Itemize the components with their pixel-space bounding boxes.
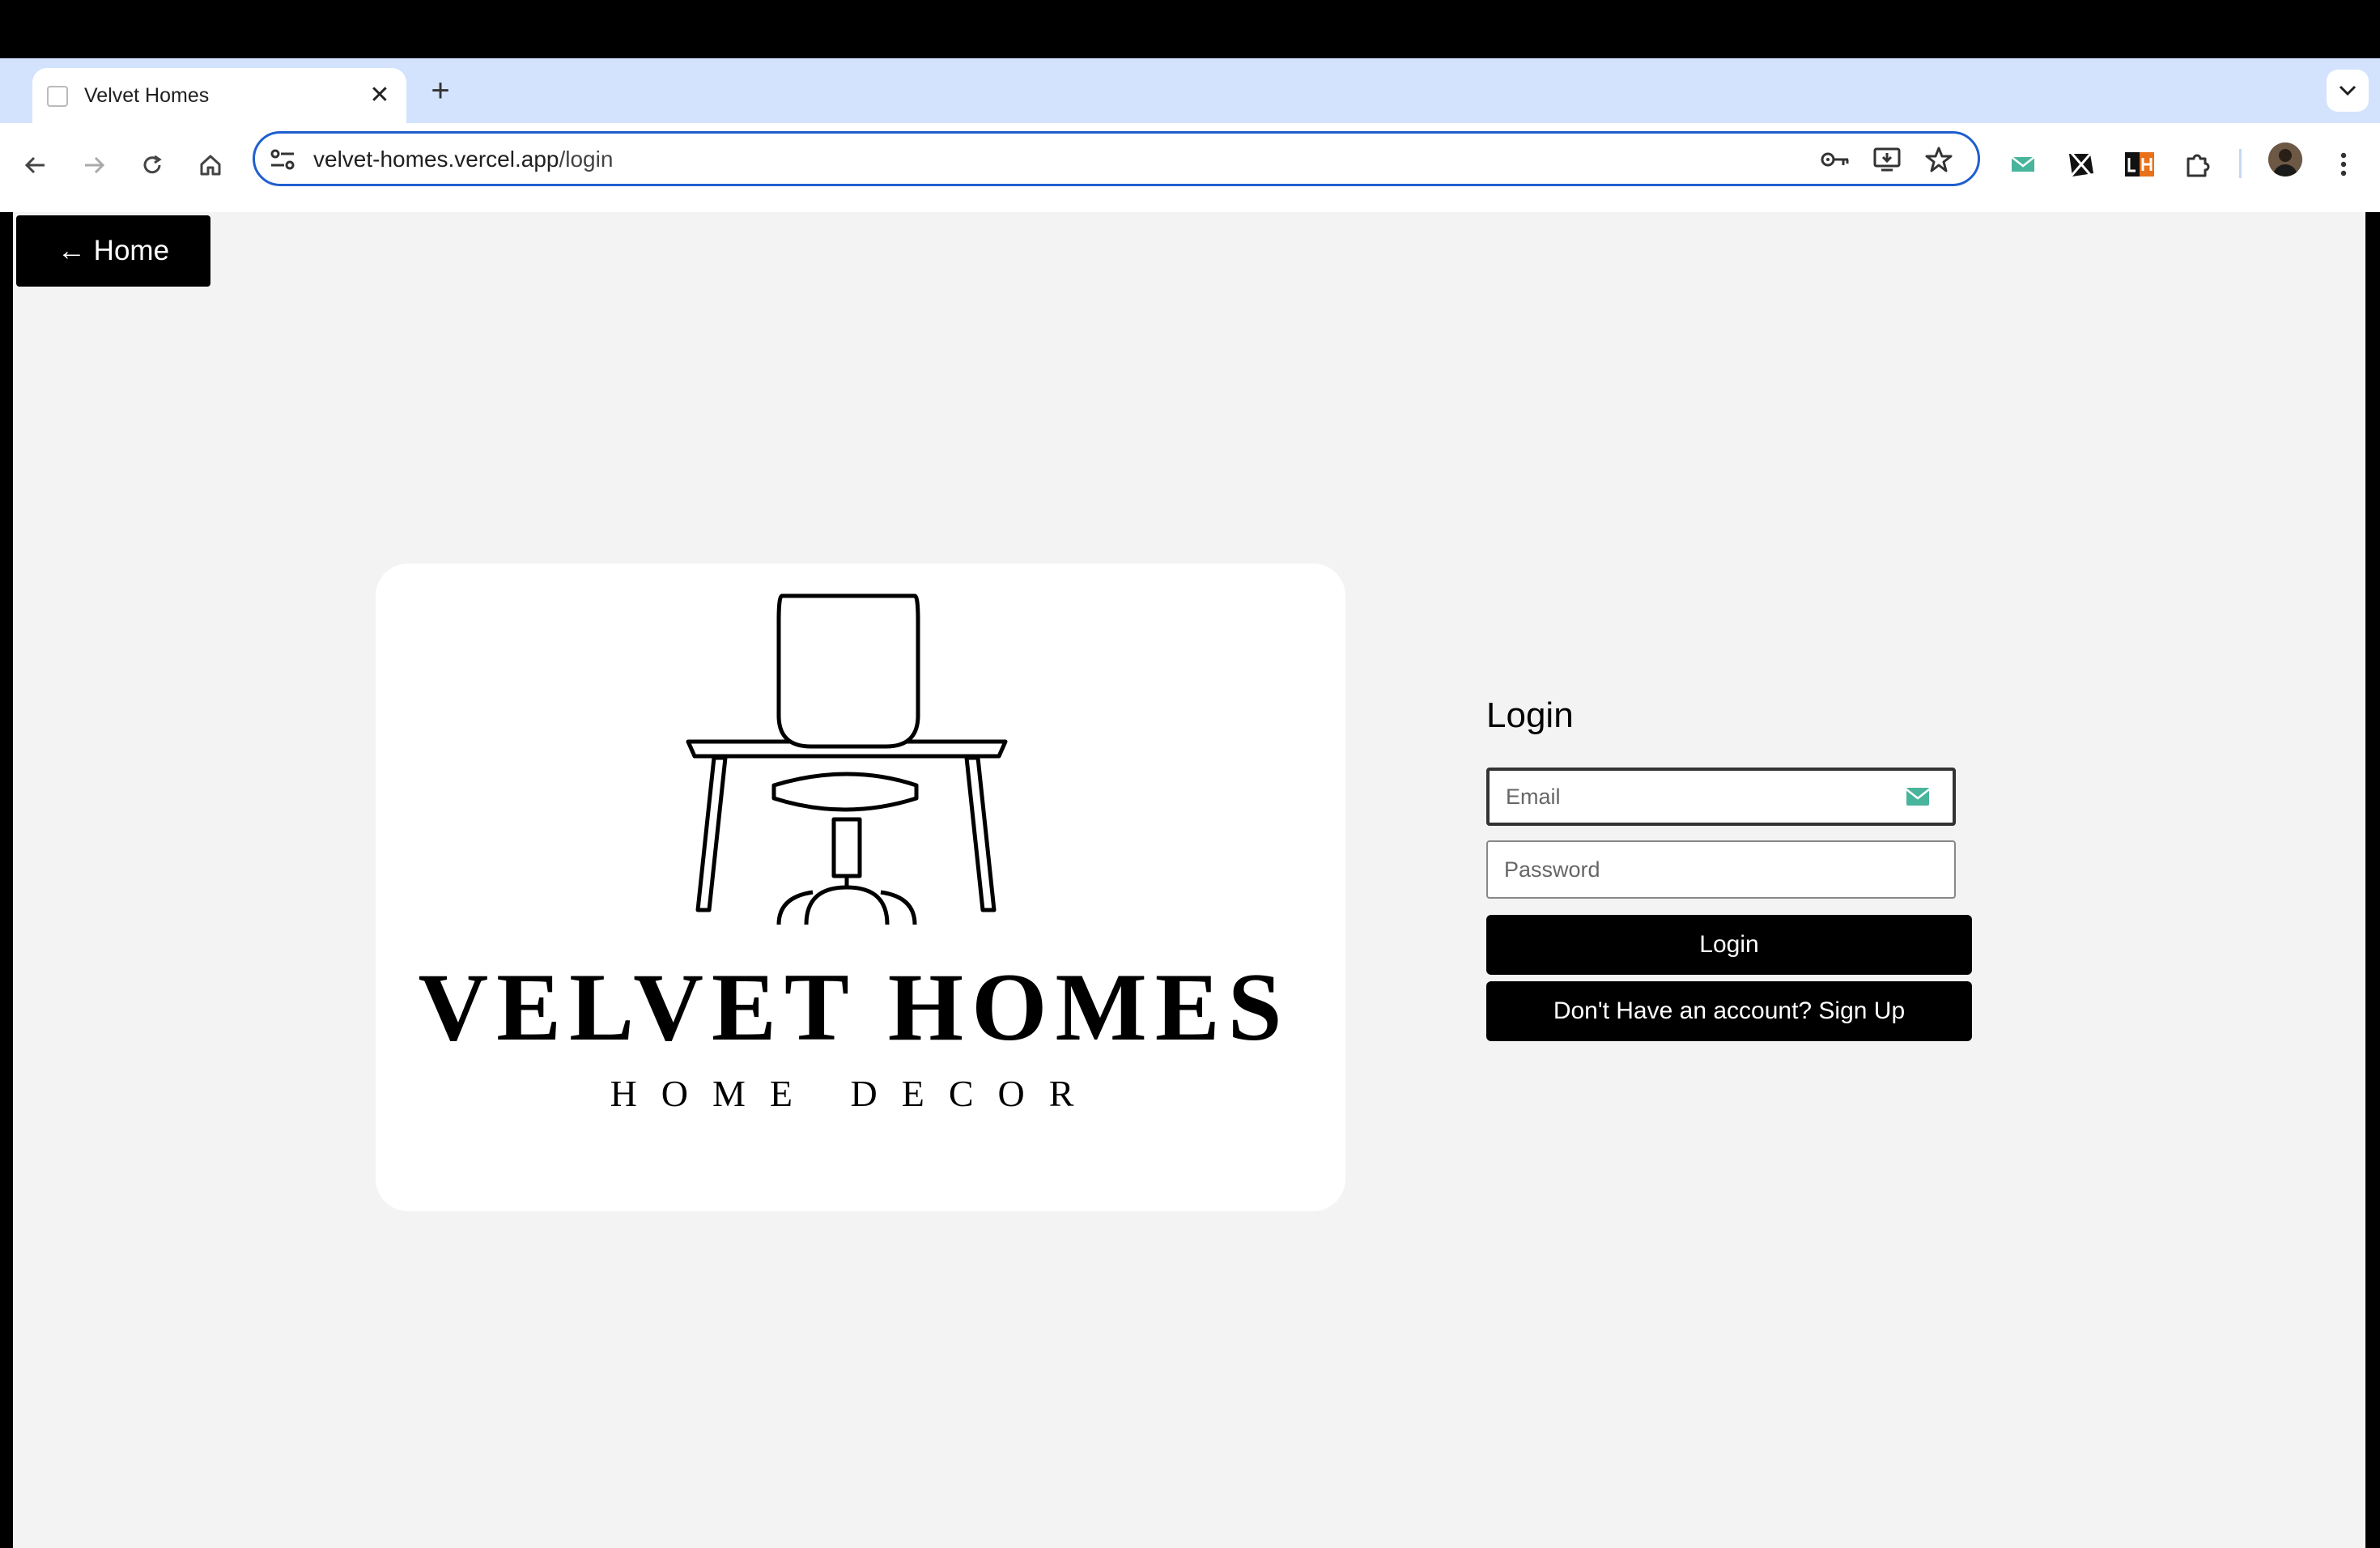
cursor-extension-icon [2069, 151, 2093, 177]
monitor-download-icon [1873, 147, 1901, 172]
home-page-button[interactable] [188, 142, 233, 188]
bookmark-star-icon[interactable] [1923, 143, 1955, 176]
tab-favicon-icon [47, 86, 68, 107]
url-host: velvet-homes.vercel.app [313, 147, 559, 172]
login-button[interactable]: Login [1486, 915, 1972, 975]
os-top-bar [0, 0, 2380, 58]
reload-icon [143, 155, 162, 174]
tab-title: Velvet Homes [84, 84, 210, 107]
extension-cursor-button[interactable] [2059, 142, 2103, 186]
mail-autofill-icon[interactable] [1906, 787, 1930, 806]
logo-tagline-text: HOME DECOR [610, 1073, 1099, 1114]
email-input[interactable] [1506, 771, 1886, 823]
password-input[interactable] [1504, 842, 1885, 897]
forward-button[interactable] [71, 142, 117, 188]
browser-menu-button[interactable] [2322, 142, 2365, 186]
tab-close-icon[interactable]: ✕ [364, 79, 395, 110]
password-field[interactable] [1486, 840, 1956, 899]
arrow-right-icon [85, 156, 105, 174]
back-button[interactable] [13, 142, 58, 188]
house-icon [200, 155, 221, 176]
tab-search-button[interactable] [2327, 70, 2369, 112]
arrow-left-icon [24, 156, 45, 174]
reload-button[interactable] [130, 142, 175, 188]
chevron-down-icon [2339, 85, 2357, 96]
profile-photo-icon [2268, 142, 2302, 176]
toolbar-divider [2239, 149, 2242, 178]
mail-extension-icon [2011, 156, 2035, 172]
url-text[interactable]: velvet-homes.vercel.app/login [313, 145, 613, 174]
puzzle-icon [2187, 154, 2210, 177]
back-home-button[interactable]: ← Home [16, 215, 210, 287]
site-settings-icon [270, 149, 295, 170]
logo-brand-text: VELVET HOMES [418, 953, 1290, 1061]
new-tab-icon[interactable]: + [423, 73, 458, 108]
login-title: Login [1486, 695, 1574, 735]
email-field[interactable] [1486, 768, 1956, 826]
address-bar[interactable]: velvet-homes.vercel.app/login [253, 131, 1980, 186]
extension-mail-button[interactable] [2001, 142, 2045, 186]
logo-card: VELVET HOMES HOME DECOR [376, 563, 1345, 1211]
profile-avatar[interactable] [2268, 142, 2302, 176]
velvet-homes-logo: VELVET HOMES HOME DECOR [418, 593, 1290, 1114]
lh-extension-icon [2125, 152, 2154, 176]
star-icon [1925, 147, 1953, 172]
password-key-icon[interactable] [1819, 143, 1851, 176]
extension-lh-button[interactable] [2118, 142, 2161, 186]
install-app-icon[interactable] [1871, 143, 1903, 176]
kebab-menu-icon [2340, 152, 2347, 176]
browser-tab[interactable]: Velvet Homes ✕ [32, 68, 406, 123]
extensions-menu-button[interactable] [2176, 142, 2220, 186]
key-icon [1821, 152, 1849, 167]
url-path: /login [559, 147, 614, 172]
signup-button[interactable]: Don't Have an account? Sign Up [1486, 981, 1972, 1041]
